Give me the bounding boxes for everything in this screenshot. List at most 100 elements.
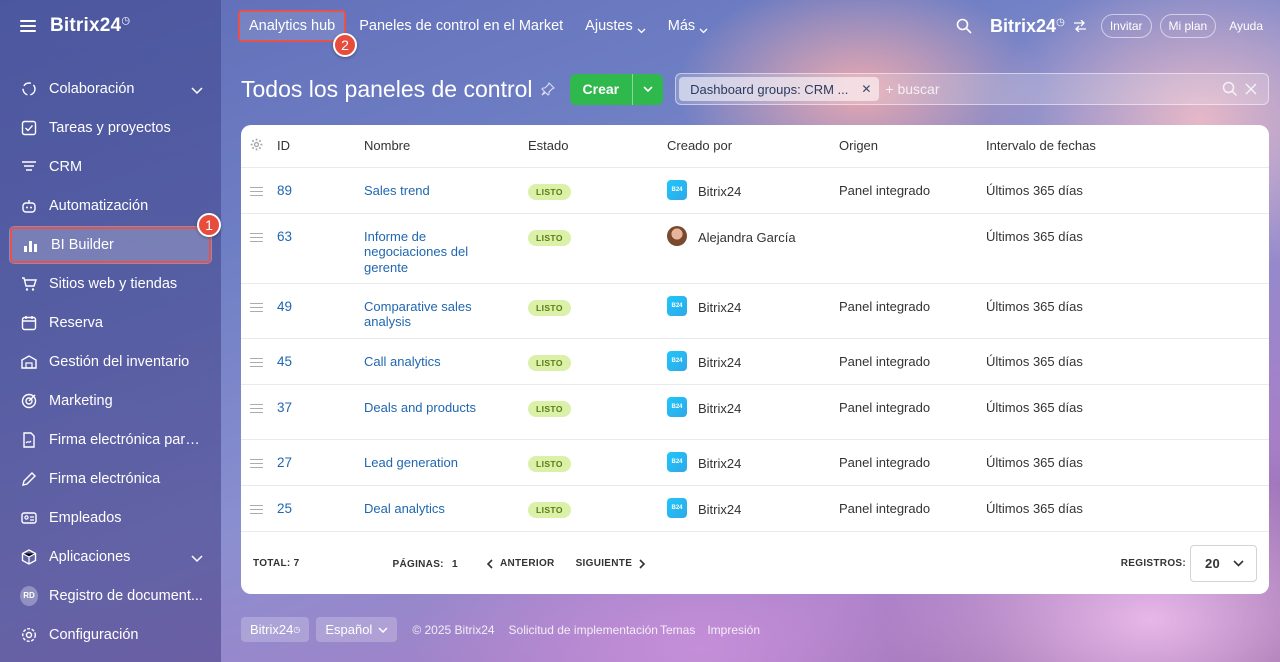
row-drag-handle[interactable]: [241, 485, 277, 532]
table-row[interactable]: 37 Deals and products LISTO B24 Bitrix24 Pane…: [241, 384, 1269, 440]
sidebar-item-bi-builder[interactable]: BI Builder: [10, 227, 211, 263]
creator[interactable]: B24 Bitrix24: [667, 396, 839, 417]
dashboard-name-link[interactable]: Deal analytics: [364, 501, 484, 517]
help-button[interactable]: Ayuda: [1224, 14, 1272, 38]
sidebar-item-firma-electronica-para[interactable]: Firma electrónica para...: [0, 420, 221, 459]
column-header-date-range[interactable]: Intervalo de fechas: [986, 125, 1269, 168]
language-selector[interactable]: Español: [316, 617, 398, 642]
drag-handle-icon[interactable]: [250, 232, 263, 242]
create-dropdown-chevron-icon[interactable]: [633, 74, 663, 105]
tab-ajustes[interactable]: Ajustes: [585, 18, 646, 34]
prev-page-button[interactable]: ANTERIOR: [486, 558, 555, 569]
sidebar-item-colaboracion[interactable]: Colaboración: [0, 69, 221, 108]
dashboard-name-link[interactable]: Deals and products: [364, 400, 484, 416]
search-icon[interactable]: [956, 18, 972, 34]
dashboard-name-link[interactable]: Sales trend: [364, 183, 484, 199]
table-row[interactable]: 45 Call analytics LISTO B24 Bitrix24 Panel in…: [241, 338, 1269, 385]
create-button[interactable]: Crear: [569, 73, 664, 105]
tab-mas[interactable]: Más: [668, 18, 708, 34]
row-drag-handle[interactable]: [241, 439, 277, 486]
filter-clear-icon[interactable]: [1244, 82, 1258, 96]
row-drag-handle[interactable]: [241, 338, 277, 385]
pin-icon[interactable]: [540, 82, 555, 96]
row-drag-handle[interactable]: [241, 283, 277, 339]
row-drag-handle[interactable]: [241, 384, 277, 440]
column-header-status[interactable]: Estado: [528, 125, 667, 168]
tab-paneles-de-control-en-el-market[interactable]: Paneles de control en el Market: [359, 18, 563, 34]
column-header-created-by[interactable]: Creado por: [667, 125, 839, 168]
row-id-link[interactable]: 89: [277, 183, 292, 198]
menu-burger-icon[interactable]: [20, 20, 36, 32]
sidebar-item-registro-de-document[interactable]: RD Registro de document...: [0, 576, 221, 615]
drag-handle-icon[interactable]: [250, 403, 263, 413]
drag-handle-icon[interactable]: [250, 302, 263, 312]
column-settings[interactable]: [241, 125, 277, 168]
column-header-origin[interactable]: Origen: [839, 125, 986, 168]
dashboard-name-link[interactable]: Call analytics: [364, 354, 484, 370]
invite-button[interactable]: Invitar: [1100, 14, 1152, 38]
row-id-link[interactable]: 27: [277, 455, 292, 470]
sidebar-item-label: Configuración: [49, 626, 139, 643]
filter-tag-remove-icon[interactable]: ✕: [861, 82, 871, 96]
row-drag-handle[interactable]: [241, 167, 277, 214]
creator[interactable]: B24 Bitrix24: [667, 451, 839, 472]
brand-logo[interactable]: Bitrix24◷: [50, 15, 130, 37]
document-sign-icon: [20, 431, 38, 449]
filter-tag[interactable]: Dashboard groups: CRM ... ✕: [679, 77, 880, 101]
switch-icon[interactable]: [1073, 20, 1087, 32]
chevron-down-icon[interactable]: [191, 83, 203, 95]
search-input[interactable]: [885, 77, 1268, 101]
sidebar-item-firma-electronica[interactable]: Firma electrónica: [0, 459, 221, 498]
row-id-link[interactable]: 37: [277, 400, 292, 415]
sidebar-item-gestion-del-inventario[interactable]: Gestión del inventario: [0, 342, 221, 381]
records-per-page-select[interactable]: 20: [1190, 545, 1257, 582]
drag-handle-icon[interactable]: [250, 458, 263, 468]
filter-search-box[interactable]: Dashboard groups: CRM ... ✕: [675, 73, 1269, 105]
sidebar-item-aplicaciones[interactable]: Aplicaciones: [0, 537, 221, 576]
sidebar-item-automatizacion[interactable]: Automatización: [0, 186, 221, 225]
filter-search-icon[interactable]: [1222, 81, 1238, 97]
row-id-link[interactable]: 45: [277, 354, 292, 369]
table-row[interactable]: 27 Lead generation LISTO B24 Bitrix24 Panel i…: [241, 439, 1269, 486]
creator[interactable]: B24 Bitrix24: [667, 350, 839, 371]
footer-brand[interactable]: Bitrix24 ◷: [241, 617, 310, 642]
creator[interactable]: Alejandra García: [667, 225, 839, 246]
themes-link[interactable]: Temas: [660, 623, 695, 637]
implementation-link[interactable]: Solicitud de implementación: [509, 623, 658, 637]
sidebar-item-marketing[interactable]: Marketing: [0, 381, 221, 420]
create-button-label[interactable]: Crear: [570, 73, 634, 105]
tab-label: Analytics hub: [249, 18, 336, 34]
row-id-link[interactable]: 25: [277, 501, 292, 516]
sidebar-item-configuracion[interactable]: Configuración: [0, 615, 221, 654]
row-id-link[interactable]: 49: [277, 299, 292, 314]
table-row[interactable]: 63 Informe de negociaciones del gerente LI…: [241, 213, 1269, 284]
table-row[interactable]: 49 Comparative sales analysis LISTO B24 Bitr…: [241, 283, 1269, 339]
creator[interactable]: B24 Bitrix24: [667, 295, 839, 316]
sidebar-item-label: Marketing: [49, 392, 113, 409]
drag-handle-icon[interactable]: [250, 186, 263, 196]
sidebar-item-sitios-web-y-tiendas[interactable]: Sitios web y tiendas: [0, 264, 221, 303]
tab-analytics-hub[interactable]: Analytics hub: [238, 10, 347, 42]
sidebar-item-crm[interactable]: CRM: [0, 147, 221, 186]
my-plan-button[interactable]: Mi plan: [1159, 14, 1217, 38]
gear-icon[interactable]: [250, 138, 263, 151]
row-id-link[interactable]: 63: [277, 229, 292, 244]
sidebar-item-empleados[interactable]: Empleados: [0, 498, 221, 537]
row-drag-handle[interactable]: [241, 213, 277, 284]
dashboard-name-link[interactable]: Lead generation: [364, 455, 484, 471]
column-header-name[interactable]: Nombre: [364, 125, 528, 168]
table-row[interactable]: 25 Deal analytics LISTO B24 Bitrix24 Panel in…: [241, 485, 1269, 532]
table-row[interactable]: 89 Sales trend LISTO B24 Bitrix24 Panel integ…: [241, 167, 1269, 214]
creator[interactable]: B24 Bitrix24: [667, 497, 839, 518]
dashboard-name-link[interactable]: Comparative sales analysis: [364, 299, 484, 330]
chevron-down-icon[interactable]: [191, 551, 203, 563]
drag-handle-icon[interactable]: [250, 504, 263, 514]
dashboard-name-link[interactable]: Informe de negociaciones del gerente: [364, 229, 484, 276]
sidebar-item-tareas-y-proyectos[interactable]: Tareas y proyectos: [0, 108, 221, 147]
creator[interactable]: B24 Bitrix24: [667, 179, 839, 200]
next-page-button[interactable]: SIGUIENTE: [576, 558, 647, 569]
drag-handle-icon[interactable]: [250, 357, 263, 367]
column-header-id[interactable]: ID: [277, 125, 364, 168]
print-link[interactable]: Impresión: [707, 623, 760, 637]
sidebar-item-reserva[interactable]: Reserva: [0, 303, 221, 342]
